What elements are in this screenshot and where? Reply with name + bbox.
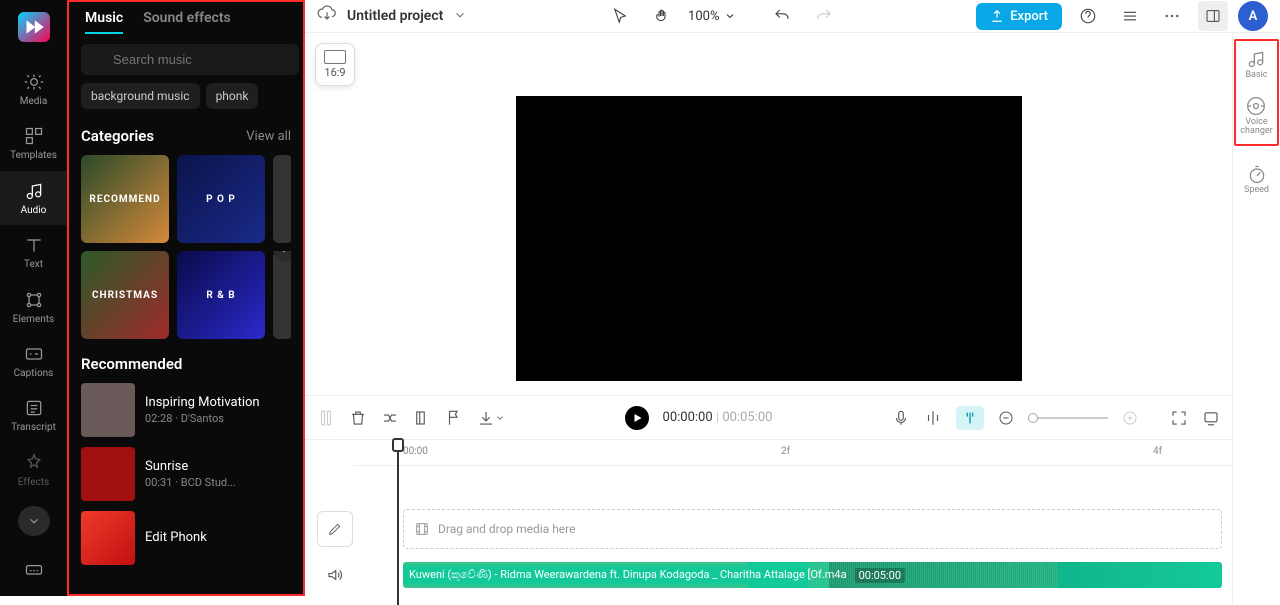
ruler-tick: 00:00	[403, 446, 428, 457]
recommended-title: Recommended	[81, 355, 182, 373]
left-nav: Media Templates Audio Text Elements Capt…	[0, 0, 67, 596]
redo-button[interactable]	[808, 0, 840, 32]
audio-clip-duration: 00:05:00	[855, 568, 905, 583]
nav-media-label: Media	[20, 96, 48, 107]
nav-effects-label: Effects	[18, 477, 49, 488]
rec-title: Edit Phonk	[145, 530, 207, 546]
split-tool[interactable]	[317, 409, 335, 427]
rec-item[interactable]: Inspiring Motivation 02:28 · D'Santos	[81, 383, 291, 437]
category-rnb[interactable]: R & B	[177, 251, 265, 339]
film-icon	[414, 521, 430, 537]
rec-meta: 02:28 · D'Santos	[145, 412, 260, 425]
nav-transcript[interactable]: Transcript	[0, 389, 67, 443]
category-recommend[interactable]: RECOMMEND	[81, 155, 169, 243]
crop-button[interactable]	[413, 409, 431, 427]
nav-templates-label: Templates	[10, 150, 57, 161]
rec-title: Inspiring Motivation	[145, 395, 260, 411]
undo-button[interactable]	[766, 0, 798, 32]
audio-clip[interactable]: Kuweni (කුවේණි) - Ridma Weerawardena ft.…	[403, 562, 1222, 588]
right-rail: Basic Voice changer Speed	[1232, 33, 1280, 605]
category-edge2[interactable]	[273, 251, 291, 339]
tab-music[interactable]: Music	[85, 10, 123, 34]
delete-button[interactable]	[349, 409, 367, 427]
playhead[interactable]	[397, 440, 399, 605]
category-edge[interactable]	[273, 155, 291, 243]
timeline-toolbar: 00:00:00 | 00:05:00	[305, 395, 1232, 439]
app-logo[interactable]	[18, 12, 50, 42]
rec-item[interactable]: Sunrise 00:31 · BCD Stud...	[81, 447, 291, 501]
aspect-label: 16:9	[324, 66, 345, 79]
align-button[interactable]	[924, 409, 942, 427]
zoom-percent[interactable]: 100%	[688, 9, 735, 24]
media-track-placeholder[interactable]: Drag and drop media here	[403, 509, 1222, 549]
chip-background-music[interactable]: background music	[81, 83, 200, 109]
nav-audio-label: Audio	[21, 205, 47, 216]
nav-media[interactable]: Media	[0, 62, 67, 116]
zoom-slider[interactable]	[1028, 417, 1108, 419]
export-button[interactable]: Export	[976, 3, 1062, 30]
zoom-in-button[interactable]	[1122, 410, 1138, 426]
rec-thumb	[81, 383, 135, 437]
track-edit-button[interactable]	[317, 511, 353, 547]
record-audio-button[interactable]	[892, 409, 910, 427]
layers-button[interactable]	[1114, 0, 1146, 32]
nav-transcript-label: Transcript	[11, 422, 56, 433]
rec-thumb	[81, 447, 135, 501]
preview-expand-button[interactable]	[1202, 409, 1220, 427]
rec-meta: 00:31 · BCD Stud...	[145, 476, 236, 489]
nav-captions-label: Captions	[14, 368, 54, 379]
rec-thumb	[81, 511, 135, 565]
nav-elements-label: Elements	[13, 314, 54, 325]
basic-tab[interactable]: Basic	[1243, 45, 1269, 84]
nav-templates[interactable]: Templates	[0, 116, 67, 170]
preview-canvas[interactable]	[516, 96, 1022, 381]
audio-track-icon[interactable]	[317, 566, 353, 584]
nav-more[interactable]	[0, 542, 67, 596]
avatar[interactable]: A	[1238, 1, 1268, 31]
voice-changer-tab[interactable]: Voice changer	[1238, 92, 1274, 140]
nav-captions[interactable]: Captions	[0, 334, 67, 388]
fullscreen-button[interactable]	[1170, 409, 1188, 427]
nav-effects[interactable]: Effects	[0, 443, 67, 497]
tab-sound-effects[interactable]: Sound effects	[143, 10, 231, 34]
topbar: Untitled project 100% Export A	[305, 0, 1280, 33]
search-input[interactable]	[81, 44, 299, 75]
aspect-ratio-button[interactable]: 16:9	[315, 43, 355, 86]
hand-tool[interactable]	[646, 0, 678, 32]
chip-phonk[interactable]: phonk	[206, 83, 259, 109]
transitions-button[interactable]	[381, 409, 399, 427]
magnetic-button[interactable]	[956, 406, 984, 430]
timeline-ruler[interactable]: 00:00 2f 4f	[353, 440, 1232, 466]
help-button[interactable]	[1072, 0, 1104, 32]
categories-title: Categories	[81, 127, 154, 145]
project-title[interactable]: Untitled project	[347, 8, 443, 24]
view-all-link[interactable]: View all	[246, 129, 291, 144]
cloud-icon[interactable]	[317, 4, 337, 28]
panel-toggle[interactable]	[1198, 1, 1228, 31]
ruler-tick: 4f	[1153, 446, 1162, 457]
nav-text-label: Text	[24, 259, 43, 270]
cursor-tool[interactable]	[604, 0, 636, 32]
audio-panel: Music Sound effects background music pho…	[67, 0, 305, 596]
collapse-nav-button[interactable]	[18, 506, 50, 536]
ruler-tick: 2f	[781, 446, 790, 457]
marker-button[interactable]	[445, 409, 463, 427]
timeline[interactable]: 00:00 2f 4f Drag and drop media here	[305, 439, 1232, 605]
nav-text[interactable]: Text	[0, 225, 67, 279]
nav-audio[interactable]: Audio	[0, 171, 67, 225]
rec-item[interactable]: Edit Phonk	[81, 511, 291, 565]
more-button[interactable]	[1156, 0, 1188, 32]
rec-title: Sunrise	[145, 459, 236, 475]
zoom-out-button[interactable]	[998, 410, 1014, 426]
download-button[interactable]	[477, 409, 505, 427]
category-christmas[interactable]: CHRISTMAS	[81, 251, 169, 339]
timecode: 00:00:00 | 00:05:00	[663, 410, 773, 425]
nav-elements[interactable]: Elements	[0, 280, 67, 334]
audio-clip-name: Kuweni (කුවේණි) - Ridma Weerawardena ft.…	[409, 568, 847, 582]
speed-tab[interactable]: Speed	[1242, 160, 1271, 199]
aspect-icon	[324, 50, 346, 64]
project-dropdown[interactable]	[453, 7, 467, 26]
play-button[interactable]	[625, 406, 649, 430]
category-pop[interactable]: P O P	[177, 155, 265, 243]
